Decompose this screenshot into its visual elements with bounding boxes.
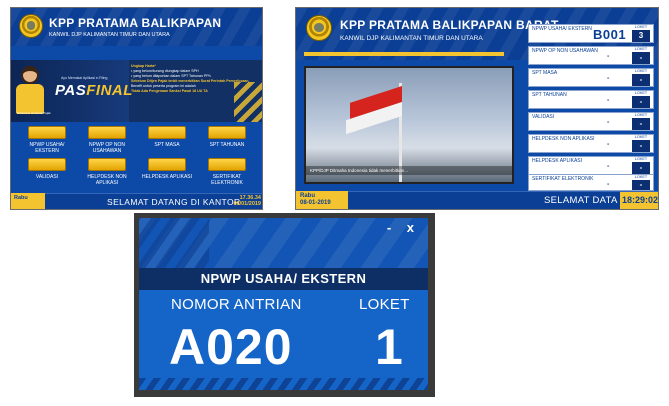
queue-row: HELPDESK NON APLIKASI - LOKET - (528, 134, 654, 153)
queue-row: HELPDESK APLIKASI - LOKET - (528, 156, 654, 175)
queue-row: SPT MASA - LOKET - (528, 68, 654, 87)
queue-number: - (607, 141, 610, 148)
loket-number: - (632, 180, 650, 190)
service-name: NPWP USAHA/ EKSTERN (139, 268, 428, 290)
djp-logo-icon (306, 15, 332, 41)
pasfinal-logo: PASFINAL (55, 82, 133, 99)
loket-number: - (632, 118, 650, 130)
pasfinal-banner: Ayo Memakai Aplikasi e-Filing PASFINAL D… (11, 60, 262, 122)
djp-logo-icon (19, 14, 43, 38)
welcome-ticker: SELAMAT DATA (544, 195, 618, 206)
display-footer: Rabu 08-01-2019 SELAMAT DATA 18:29:02 (296, 191, 658, 209)
day-date-label: Rabu 08-01-2019 (296, 191, 348, 209)
video-player[interactable]: KPP/DJP Ditmaha Indonesia tidak menerbit… (304, 66, 514, 184)
queue-row: NPWP OP NON USAHAWAN - LOKET - (528, 46, 654, 65)
queue-number: - (607, 181, 610, 188)
queue-row: SPT TAHUNAN - LOKET - (528, 90, 654, 109)
service-button[interactable] (88, 158, 126, 171)
kiosk-subtitle: KANWIL DJP KALIMANTAN TIMUR DAN UTARA (49, 32, 170, 38)
queue-display-screen: KPP PRATAMA BALIKPAPAN BARAT KANWIL DJP … (295, 7, 659, 210)
queue-row: SERTIFIKAT ELEKTRONIK - LOKET - (528, 174, 654, 191)
loket-number: - (632, 52, 650, 64)
queue-number: A020 (169, 319, 293, 375)
queue-row: VALIDASI - LOKET - (528, 112, 654, 131)
kiosk-header: KPP PRATAMA BALIKPAPAN KANWIL DJP KALIMA… (11, 8, 262, 46)
loket-number: 3 (632, 30, 650, 42)
queue-number: - (607, 75, 610, 82)
service-button[interactable] (208, 158, 246, 171)
loket-number: - (632, 162, 650, 174)
service-button[interactable] (208, 126, 246, 139)
queue-row: NPWP USAHA/ EKSTERN B001 LOKET 3 (528, 24, 654, 43)
service-button[interactable] (28, 158, 66, 171)
display-subtitle: KANWIL DJP KALIMANTAN TIMUR DAN UTARA (340, 35, 483, 42)
kiosk-footer: Rabu SELAMAT DATANG DI KANTOR 17.36.34 08… (11, 193, 262, 209)
clock: 18:29:02 (620, 192, 658, 209)
loket-number: 1 (375, 319, 403, 375)
clock: 17.36.34 08/01/2019 (233, 195, 261, 207)
service-button[interactable] (148, 126, 186, 139)
service-button[interactable] (148, 158, 186, 171)
queue-number: - (607, 163, 610, 170)
nomor-antrian-label: NOMOR ANTRIAN (171, 296, 302, 313)
queue-number: - (607, 119, 610, 126)
display-title: KPP PRATAMA BALIKPAPAN BARAT (340, 18, 559, 32)
mascot-image (13, 64, 47, 116)
queue-number: - (607, 53, 610, 60)
service-button[interactable] (28, 126, 66, 139)
window-controls[interactable]: - x (387, 220, 420, 235)
loket-number: - (632, 96, 650, 108)
queue-number: - (607, 97, 610, 104)
service-button[interactable] (88, 126, 126, 139)
banner-small-text: Ayo Memakai Aplikasi e-Filing (61, 76, 108, 80)
banner-footer: Direktorat Jenderal Pajak (17, 111, 51, 115)
loket-number: - (632, 140, 650, 152)
popup-header: - x (139, 218, 428, 268)
video-caption: KPP/DJP Ditmaha Indonesia tidak menerbit… (306, 166, 512, 175)
loket-label: LOKET (359, 296, 410, 313)
kiosk-title: KPP PRATAMA BALIKPAPAN (49, 16, 222, 30)
loket-number: - (632, 74, 650, 86)
welcome-ticker: SELAMAT DATANG DI KANTOR (107, 197, 241, 207)
queue-number: B001 (593, 27, 627, 42)
queue-ticket-popup: - x NPWP USAHA/ EKSTERN NOMOR ANTRIAN LO… (134, 213, 435, 397)
day-label: Rabu (11, 193, 45, 209)
kiosk-screen: KPP PRATAMA BALIKPAPAN KANWIL DJP KALIMA… (10, 7, 263, 210)
